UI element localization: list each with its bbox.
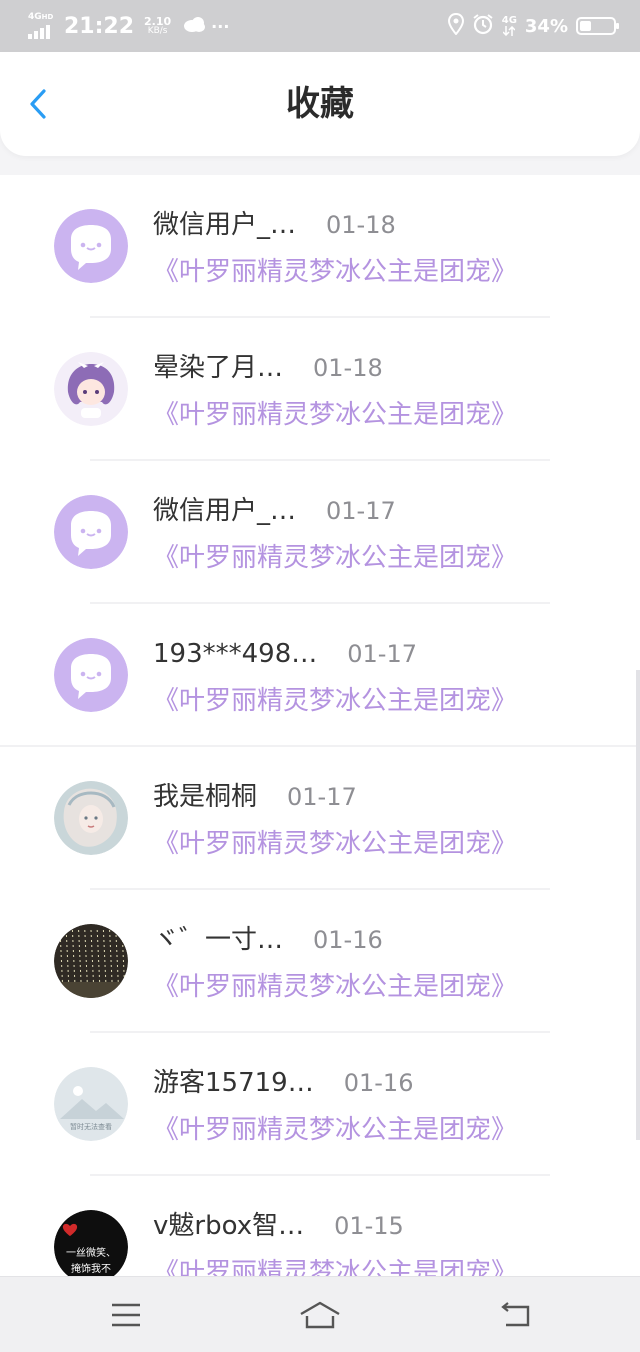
- speed-unit: KB/s: [147, 26, 168, 36]
- night-lights-icon: [54, 924, 128, 998]
- favorite-item[interactable]: 我是桐桐 01-17 《叶罗丽精灵梦冰公主是团宠》: [0, 747, 640, 890]
- page-header: 收藏: [0, 52, 640, 156]
- no-image-icon: 暂时无法查看: [54, 1067, 128, 1141]
- favorite-date: 01-17: [326, 497, 396, 525]
- user-name: 微信用户_…: [153, 210, 297, 240]
- return-icon: [501, 1302, 530, 1327]
- more-indicator: ···: [211, 16, 230, 36]
- user-avatar[interactable]: [54, 352, 128, 426]
- book-title-link[interactable]: 《叶罗丽精灵梦冰公主是团宠》: [153, 684, 517, 718]
- scrollbar[interactable]: [636, 670, 640, 1140]
- book-title-link[interactable]: 《叶罗丽精灵梦冰公主是团宠》: [153, 1113, 517, 1147]
- favorite-date: 01-18: [326, 211, 396, 239]
- user-avatar[interactable]: [54, 209, 128, 283]
- battery-icon: [576, 17, 619, 35]
- favorite-date: 01-16: [313, 926, 383, 954]
- user-name: 193***498…: [153, 639, 318, 669]
- cloud-icon: [183, 16, 206, 36]
- user-avatar[interactable]: 暂时无法查看: [54, 1067, 128, 1141]
- favorite-item[interactable]: 微信用户_… 01-17 《叶罗丽精灵梦冰公主是团宠》: [0, 461, 640, 604]
- chat-bubble-icon: [54, 495, 128, 569]
- user-name: 微信用户_…: [153, 496, 297, 526]
- svg-text:一丝微笑、: 一丝微笑、: [66, 1246, 116, 1259]
- chat-bubble-icon: [54, 209, 128, 283]
- user-name: 我是桐桐: [153, 782, 258, 812]
- heart-text-icon: 一丝微笑、 掩饰我不: [54, 1210, 128, 1276]
- user-name-row: ヾ゛一寸… 01-16: [153, 923, 383, 957]
- favorite-item[interactable]: ヾ゛一寸… 01-16 《叶罗丽精灵梦冰公主是团宠》: [0, 890, 640, 1033]
- network-sub: HD: [41, 13, 54, 21]
- home-icon: [300, 1301, 340, 1329]
- user-avatar[interactable]: 一丝微笑、 掩饰我不: [54, 1210, 128, 1276]
- favorite-item[interactable]: 193***498… 01-17 《叶罗丽精灵梦冰公主是团宠》: [0, 604, 640, 747]
- book-title-link[interactable]: 《叶罗丽精灵梦冰公主是团宠》: [153, 827, 517, 861]
- clock: 21:22: [64, 13, 135, 39]
- user-name-row: 微信用户_… 01-17: [153, 494, 396, 528]
- favorite-item[interactable]: 暂时无法查看 游客15719… 01-16 《叶罗丽精灵梦冰公主是团宠》: [0, 1033, 640, 1176]
- network-label: 4G: [28, 12, 42, 22]
- mobile-data-icon: 4G: [502, 16, 517, 36]
- user-name: v魃rbox智…: [153, 1211, 305, 1241]
- anime-girl-icon: [54, 352, 128, 426]
- user-name-row: 我是桐桐 01-17: [153, 780, 357, 814]
- favorite-date: 01-17: [287, 783, 357, 811]
- page-title: 收藏: [286, 84, 354, 124]
- book-title-link[interactable]: 《叶罗丽精灵梦冰公主是团宠》: [153, 541, 517, 575]
- svg-text:掩饰我不: 掩饰我不: [71, 1262, 111, 1275]
- book-title-link[interactable]: 《叶罗丽精灵梦冰公主是团宠》: [153, 398, 517, 432]
- portrait-icon: [54, 781, 128, 855]
- favorite-date: 01-18: [313, 354, 383, 382]
- user-avatar[interactable]: [54, 924, 128, 998]
- favorites-list: 微信用户_… 01-18 《叶罗丽精灵梦冰公主是团宠》 晕染了月… 01-18 《叶…: [0, 175, 640, 1276]
- user-avatar[interactable]: [54, 638, 128, 712]
- user-name-row: 微信用户_… 01-18: [153, 208, 396, 242]
- menu-button[interactable]: [106, 1297, 146, 1333]
- user-avatar[interactable]: [54, 495, 128, 569]
- user-name-row: 193***498… 01-17: [153, 637, 417, 671]
- status-bar: 4GHD 21:22 2.10 KB/s ··· 4G 34%: [0, 0, 640, 52]
- home-button[interactable]: [296, 1297, 344, 1333]
- chat-bubble-icon: [54, 638, 128, 712]
- menu-icon: [112, 1303, 140, 1327]
- signal-icon: 4GHD: [28, 13, 58, 39]
- favorite-date: 01-17: [347, 640, 418, 668]
- alarm-icon: [472, 13, 494, 39]
- battery-percent: 34%: [524, 15, 568, 37]
- user-name-row: 晕染了月… 01-18: [153, 351, 383, 385]
- book-title-link[interactable]: 《叶罗丽精灵梦冰公主是团宠》: [153, 255, 517, 289]
- favorite-item[interactable]: 微信用户_… 01-18 《叶罗丽精灵梦冰公主是团宠》: [0, 175, 640, 318]
- book-title-link[interactable]: 《叶罗丽精灵梦冰公主是团宠》: [153, 1256, 517, 1276]
- user-name-row: v魃rbox智… 01-15: [153, 1209, 404, 1243]
- network-speed: 2.10 KB/s: [144, 16, 171, 36]
- user-name: 游客15719…: [153, 1068, 314, 1098]
- location-icon: [447, 12, 464, 39]
- user-avatar[interactable]: [54, 781, 128, 855]
- favorite-item[interactable]: 一丝微笑、 掩饰我不 v魃rbox智… 01-15 《叶罗丽精灵梦冰公主是团宠》: [0, 1176, 640, 1276]
- favorite-date: 01-16: [343, 1069, 414, 1097]
- user-name: ヾ゛一寸…: [153, 925, 284, 955]
- system-nav-bar: [0, 1276, 640, 1352]
- return-button[interactable]: [496, 1297, 536, 1333]
- right-network-label: 4G: [501, 15, 517, 26]
- no-image-text: 暂时无法查看: [70, 1122, 112, 1131]
- favorite-date: 01-15: [334, 1212, 404, 1240]
- favorite-item[interactable]: 晕染了月… 01-18 《叶罗丽精灵梦冰公主是团宠》: [0, 318, 640, 461]
- user-name-row: 游客15719… 01-16: [153, 1066, 413, 1100]
- user-name: 晕染了月…: [153, 353, 284, 383]
- book-title-link[interactable]: 《叶罗丽精灵梦冰公主是团宠》: [153, 970, 517, 1004]
